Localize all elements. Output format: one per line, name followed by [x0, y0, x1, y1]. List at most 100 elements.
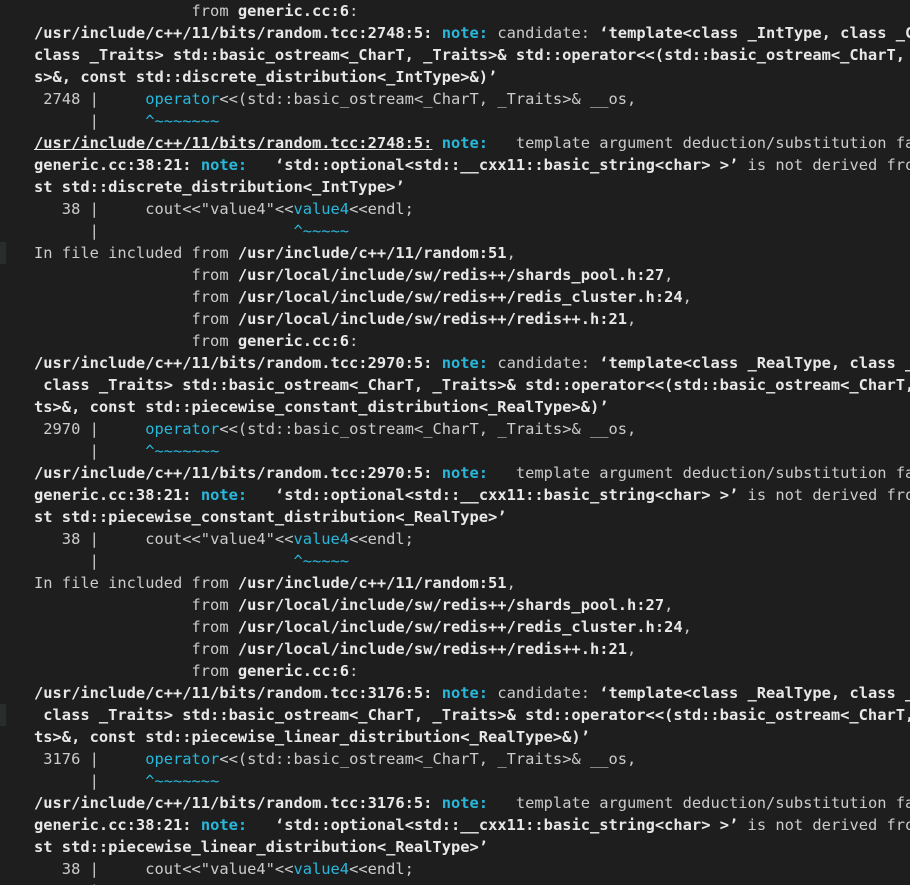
- terminal-line: /usr/include/c++/11/bits/random.tcc:3176…: [34, 792, 910, 814]
- terminal-line: from /usr/local/include/sw/redis++/redis…: [34, 286, 910, 308]
- terminal-text-segment: value4: [293, 860, 350, 878]
- terminal-text-segment: note:: [441, 684, 489, 702]
- terminal-text-segment: /usr/local/include/sw/redis++/shards_poo…: [237, 596, 665, 614]
- terminal-text-segment: <<endl;: [349, 530, 414, 548]
- terminal-text-segment: |: [34, 772, 109, 790]
- terminal-text-segment: |: [34, 552, 109, 570]
- terminal-text-segment: candidate:: [488, 24, 600, 42]
- terminal-line: generic.cc:38:21: note: ‘std::optional<s…: [34, 154, 910, 176]
- terminal-text-segment: /usr/include/c++/11/random:51: [237, 574, 507, 592]
- terminal-text-segment: template argument deduction/substitution…: [515, 794, 910, 812]
- terminal-text-segment: note:: [441, 354, 489, 372]
- terminal-text-segment: /usr/local/include/sw/redis++/redis++.h:…: [237, 310, 628, 328]
- terminal-line: | ^~~~~~~~: [34, 770, 910, 792]
- terminal-text-segment: <<(std::basic_ostream<_CharT, _Traits>& …: [219, 420, 637, 438]
- terminal-text-segment: 38 |: [34, 530, 109, 548]
- terminal-text-segment: ‘std::optional<std::__cxx11::basic_strin…: [274, 486, 739, 504]
- terminal-text-segment: /usr/include/c++/11/bits/random.tcc:2748…: [34, 24, 433, 42]
- terminal-line: st std::piecewise_linear_distribution<_R…: [34, 836, 910, 858]
- terminal-line: | ^~~~~~~~: [34, 110, 910, 132]
- terminal-text-segment: from: [34, 2, 238, 20]
- terminal-text-segment: |: [34, 442, 109, 460]
- terminal-text-segment: :: [349, 332, 359, 350]
- terminal-text-segment: ,: [682, 288, 692, 306]
- terminal-text-segment: s>&, const std::discrete_distribution<_I…: [34, 68, 498, 86]
- terminal-text-segment: ^~~~~~~~: [108, 442, 220, 460]
- terminal-text-segment: ts>&, const std::piecewise_constant_dist…: [34, 398, 609, 416]
- terminal-line: from /usr/local/include/sw/redis++/shard…: [34, 594, 910, 616]
- terminal-line: ts>&, const std::piecewise_linear_distri…: [34, 726, 910, 748]
- terminal-line: from generic.cc:6:: [34, 330, 910, 352]
- terminal-line: st std::piecewise_constant_distribution<…: [34, 506, 910, 528]
- terminal-text-segment: value4: [293, 530, 350, 548]
- terminal-text-segment: ,: [627, 640, 637, 658]
- terminal-text-segment: st std::discrete_distribution<_IntType>’: [34, 178, 405, 196]
- terminal-line: from /usr/local/include/sw/redis++/redis…: [34, 616, 910, 638]
- terminal-line: /usr/include/c++/11/bits/random.tcc:2748…: [34, 22, 910, 44]
- terminal-line: 2748 | operator<<(std::basic_ostream<_Ch…: [34, 88, 910, 110]
- terminal-text-segment: <<(std::basic_ostream<_CharT, _Traits>& …: [219, 750, 637, 768]
- terminal-text-segment: |: [34, 222, 109, 240]
- terminal-text-segment: ‘std::optional<std::__cxx11::basic_strin…: [274, 816, 739, 834]
- terminal-line: ts>&, const std::piecewise_constant_dist…: [34, 396, 910, 418]
- terminal-text-segment: note:: [441, 24, 489, 42]
- terminal-line: /usr/include/c++/11/bits/random.tcc:3176…: [34, 682, 910, 704]
- terminal-text-segment: /usr/include/c++/11/bits/random.tcc:2748…: [34, 134, 433, 152]
- terminal-text-segment: 38 |: [34, 860, 109, 878]
- terminal-text-segment: from: [34, 288, 238, 306]
- terminal-text-segment: /usr/include/c++/11/bits/random.tcc:3176…: [34, 794, 433, 812]
- terminal-line: | ^~~~~~~~: [34, 440, 910, 462]
- terminal-line: from /usr/local/include/sw/redis++/redis…: [34, 638, 910, 660]
- terminal-line: 38 | cout<<"value4"<<value4<<endl;: [34, 528, 910, 550]
- terminal-line: from /usr/local/include/sw/redis++/shard…: [34, 264, 910, 286]
- terminal-text-segment: from: [34, 618, 238, 636]
- terminal-line: 3176 | operator<<(std::basic_ostream<_Ch…: [34, 748, 910, 770]
- terminal-text-segment: In file included from: [34, 244, 238, 262]
- terminal-text-segment: from: [34, 266, 238, 284]
- terminal-text-segment: 2748 |: [34, 90, 109, 108]
- terminal-text-segment: ,: [664, 596, 674, 614]
- terminal-line: from /usr/local/include/sw/redis++/redis…: [34, 308, 910, 330]
- terminal-text-segment: operator: [145, 90, 220, 108]
- terminal-text-segment: <<endl;: [349, 860, 414, 878]
- terminal-text-segment: /usr/include/c++/11/random:51: [237, 244, 507, 262]
- terminal-text-segment: generic.cc:38:21:: [34, 156, 192, 174]
- terminal-text-segment: generic.cc:6: [237, 332, 350, 350]
- terminal-text-segment: note:: [441, 134, 489, 152]
- terminal-text-segment: /usr/local/include/sw/redis++/redis++.h:…: [237, 640, 628, 658]
- terminal-line: 38 | cout<<"value4"<<value4<<endl;: [34, 198, 910, 220]
- terminal-line: | ^~~~~~: [34, 220, 910, 242]
- terminal-output[interactable]: from generic.cc:6: /usr/include/c++/11/bi…: [34, 0, 910, 885]
- terminal-text-segment: from: [34, 640, 238, 658]
- terminal-text-segment: class _Traits> std::basic_ostream<_CharT…: [34, 46, 910, 64]
- terminal-line: st std::discrete_distribution<_IntType>’: [34, 176, 910, 198]
- terminal-text-segment: candidate:: [488, 354, 600, 372]
- terminal-text-segment: In file included from: [34, 574, 238, 592]
- terminal-text-segment: cout<<"value4"<<: [108, 200, 294, 218]
- terminal-text-segment: ‘template<class _RealType, class _CharT,: [599, 354, 910, 372]
- terminal-line: |: [34, 880, 910, 885]
- terminal-line: from generic.cc:6:: [34, 660, 910, 682]
- terminal-text-segment: /usr/local/include/sw/redis++/redis_clus…: [237, 288, 683, 306]
- terminal-line: class _Traits> std::basic_ostream<_CharT…: [34, 374, 910, 396]
- terminal-text-segment: :: [349, 2, 359, 20]
- terminal-text-segment: ts>&, const std::piecewise_linear_distri…: [34, 728, 590, 746]
- terminal-text-segment: generic.cc:6: [237, 662, 350, 680]
- terminal-text-segment: ,: [506, 574, 516, 592]
- terminal-line: generic.cc:38:21: note: ‘std::optional<s…: [34, 814, 910, 836]
- terminal-text-segment: st std::piecewise_constant_distribution<…: [34, 508, 507, 526]
- terminal-line: In file included from /usr/include/c++/1…: [34, 572, 910, 594]
- terminal-text-segment: ^~~~~~: [108, 552, 350, 570]
- terminal-text-segment: ,: [506, 244, 516, 262]
- terminal-text-segment: from: [34, 596, 238, 614]
- terminal-line: In file included from /usr/include/c++/1…: [34, 242, 910, 264]
- terminal-text-segment: /usr/local/include/sw/redis++/shards_poo…: [237, 266, 665, 284]
- terminal-text-segment: class _Traits> std::basic_ostream<_CharT…: [34, 706, 910, 724]
- terminal-text-segment: 3176 |: [34, 750, 109, 768]
